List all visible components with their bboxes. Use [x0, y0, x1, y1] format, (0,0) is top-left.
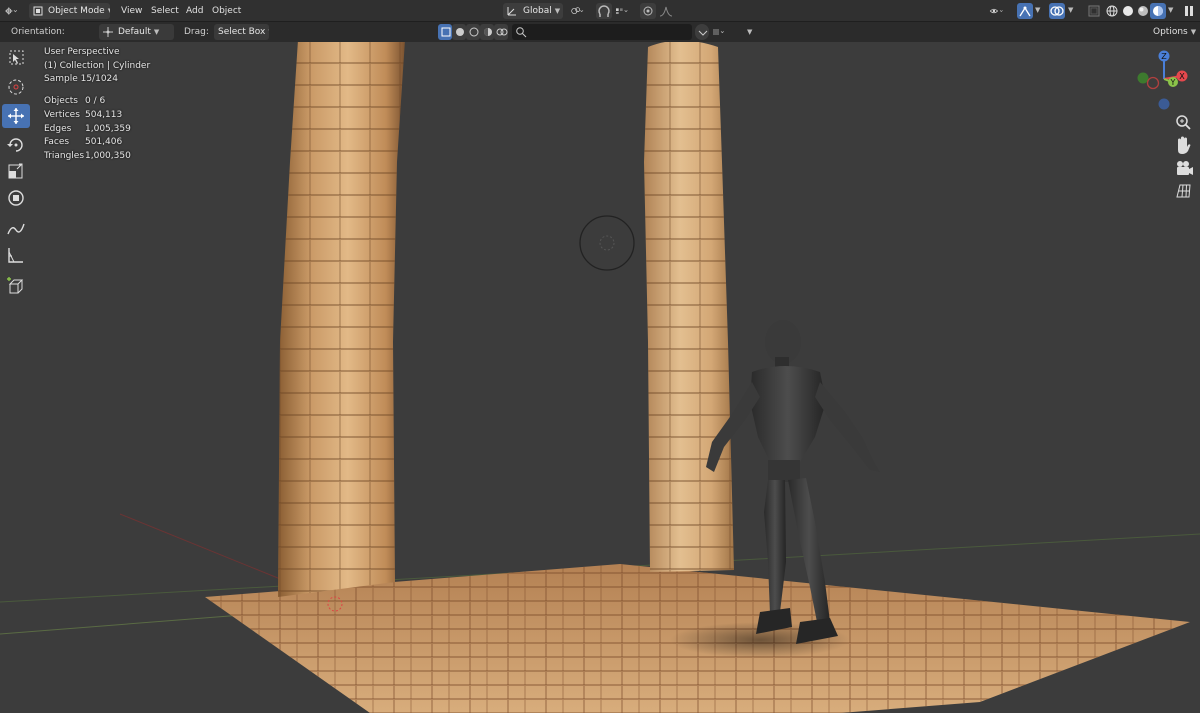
gizmo-neg-y[interactable]: [1137, 72, 1149, 84]
perspective-label: User Perspective: [44, 47, 120, 57]
object-mode-icon: [33, 6, 43, 16]
search-input[interactable]: [530, 24, 688, 40]
solid-shading-icon[interactable]: [1120, 3, 1136, 19]
move-icon[interactable]: [2, 104, 30, 128]
orientation-label: Orientation:: [11, 27, 65, 37]
measure-icon[interactable]: [2, 243, 30, 267]
pan-hand-icon[interactable]: [1170, 134, 1196, 156]
stat-faces: Faces 501,406: [44, 137, 123, 148]
select-box-icon[interactable]: [2, 46, 30, 70]
gizmo-neg-x[interactable]: [1146, 76, 1160, 90]
drag-value: Select Box: [218, 27, 266, 37]
orientation-label: Global: [523, 6, 552, 16]
transform-orientation-dropdown[interactable]: Global ▼: [503, 3, 563, 19]
xray-icon[interactable]: [1086, 3, 1102, 19]
proportional-edit-icon[interactable]: [640, 3, 656, 19]
viewport-header: Object Mode▼ View Select Add Object Glob…: [0, 0, 1200, 22]
sample-label: Sample 15/1024: [44, 74, 118, 85]
collection-label: (1) Collection | Cylinder: [44, 60, 151, 71]
pause-icon[interactable]: [1181, 3, 1197, 19]
pivot-icon[interactable]: [569, 3, 593, 19]
x-axis-line: [119, 513, 301, 588]
gizmo-y-label: Y: [1170, 78, 1176, 87]
cursor-icon[interactable]: [2, 75, 30, 99]
editor-type-icon[interactable]: [3, 3, 25, 19]
3d-cursor: [579, 215, 635, 271]
gizmo-neg-z[interactable]: [1158, 98, 1170, 110]
orientation-default-icon: [103, 27, 113, 37]
menu-select[interactable]: Select: [151, 4, 179, 18]
select-mode-invert-icon[interactable]: [480, 24, 494, 40]
annotate-icon[interactable]: [2, 216, 30, 240]
scale-icon[interactable]: [2, 159, 30, 183]
stat-objects: Objects 0 / 6: [44, 96, 106, 107]
rotate-icon[interactable]: [2, 133, 30, 157]
select-mode-intersect-icon[interactable]: [494, 24, 508, 40]
transform-icon[interactable]: [2, 186, 30, 210]
options-list-icon[interactable]: [711, 24, 735, 40]
overlays-dropdown-icon[interactable]: ▼: [1068, 6, 1073, 14]
zoom-icon[interactable]: [1170, 111, 1196, 133]
menu-add[interactable]: Add: [186, 4, 203, 18]
material-shading-icon[interactable]: [1135, 3, 1151, 19]
tool-settings-bar: Orientation: Default ▼ Drag: Select Box ▼ …: [0, 22, 1200, 42]
options-menu[interactable]: Options ▼: [1153, 24, 1196, 40]
select-mode-subtract-icon[interactable]: [466, 24, 480, 40]
3d-viewport[interactable]: [0, 42, 1200, 713]
stat-triangles: Triangles1,000,350: [44, 150, 131, 161]
mode-dropdown[interactable]: Object Mode▼: [29, 3, 110, 19]
options-label: Options: [1153, 27, 1188, 37]
stat-vertices: Vertices 504,113: [44, 109, 123, 120]
gizmo-z-label: Z: [1161, 52, 1167, 61]
orientation-value: Default: [118, 27, 151, 37]
select-mode-extend-icon[interactable]: [452, 24, 466, 40]
falloff-icon[interactable]: [658, 3, 674, 19]
search-icon: [516, 27, 527, 38]
grid-icon[interactable]: [1170, 180, 1196, 202]
snap-icon[interactable]: [596, 3, 612, 19]
camera-icon[interactable]: [1170, 157, 1196, 179]
orientation-icon: [507, 7, 516, 16]
more-dropdown-icon[interactable]: ▼: [747, 28, 752, 36]
viewport-stats-overlay: User Perspective (1) Collection | Cylind…: [44, 46, 150, 164]
search-field[interactable]: [512, 24, 692, 40]
rendered-shading-icon[interactable]: [1150, 3, 1166, 19]
gizmo-dropdown-icon[interactable]: ▼: [1035, 6, 1040, 14]
wireframe-shading-icon[interactable]: [1104, 3, 1120, 19]
gizmo-toggle-icon[interactable]: [1017, 3, 1033, 19]
visibility-icon[interactable]: [989, 3, 1015, 19]
orientation-dropdown[interactable]: Default ▼: [99, 24, 174, 40]
drag-label: Drag:: [184, 27, 209, 37]
overlays-icon[interactable]: [1049, 3, 1065, 19]
add-cube-icon[interactable]: [2, 274, 30, 298]
select-mode-set-icon[interactable]: [438, 24, 452, 40]
shading-dropdown-icon[interactable]: ▼: [1168, 6, 1173, 14]
menu-object[interactable]: Object: [212, 4, 241, 18]
stat-edges: Edges 1,005,359: [44, 123, 131, 134]
mode-label: Object Mode: [48, 6, 105, 16]
gizmo-x-label: X: [1179, 72, 1185, 81]
menu-view[interactable]: View: [121, 4, 142, 18]
drag-dropdown[interactable]: Select Box▼: [214, 24, 269, 40]
snap-target-icon[interactable]: [614, 3, 638, 19]
navigation-gizmo[interactable]: Z X Y: [1134, 46, 1194, 112]
scene-render: [0, 42, 1200, 713]
filter-icon[interactable]: [695, 24, 709, 40]
